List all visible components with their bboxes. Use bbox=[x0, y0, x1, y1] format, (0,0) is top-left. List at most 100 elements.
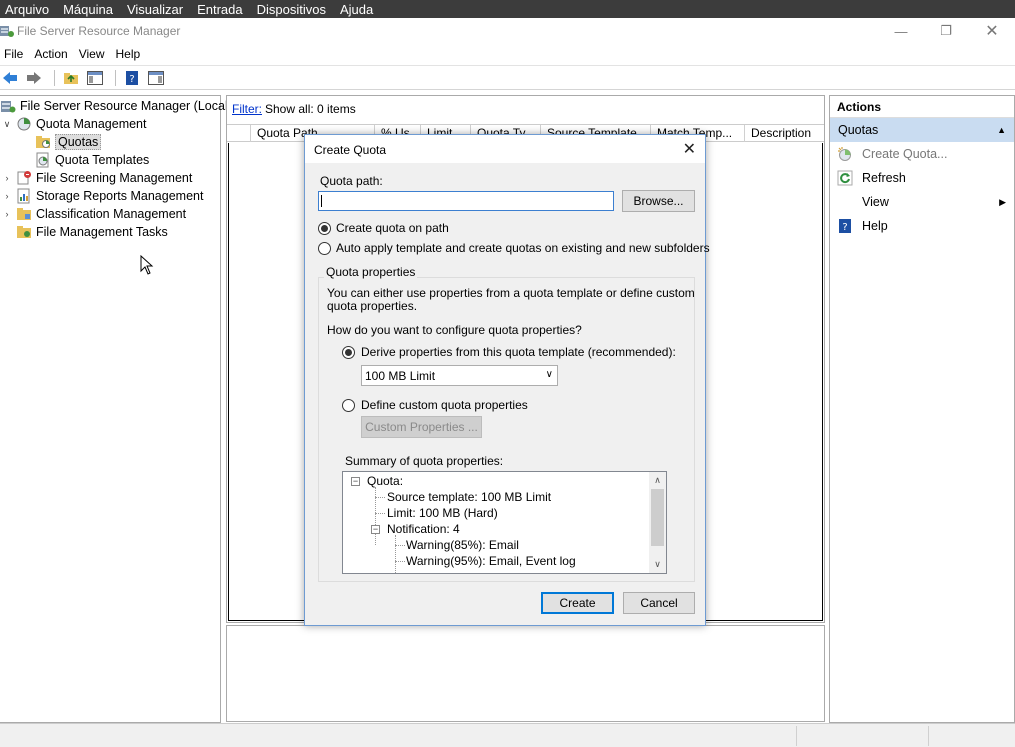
create-quota-icon bbox=[837, 146, 853, 162]
action-help[interactable]: ? Help bbox=[830, 214, 1014, 238]
window-title: File Server Resource Manager bbox=[17, 24, 181, 38]
radio-auto-apply-label[interactable]: Auto apply template and create quotas on… bbox=[336, 241, 710, 255]
create-button[interactable]: Create bbox=[541, 592, 614, 614]
vm-menu-maquina[interactable]: Máquina bbox=[58, 2, 119, 17]
file-screening-icon bbox=[16, 170, 32, 186]
quota-management-icon bbox=[16, 116, 32, 132]
forward-arrow-icon[interactable] bbox=[24, 69, 44, 87]
cancel-button[interactable]: Cancel bbox=[623, 592, 695, 614]
fsrm-server-icon bbox=[0, 98, 16, 114]
vm-menu-visualizar[interactable]: Visualizar bbox=[122, 2, 189, 17]
summary-tree[interactable]: − Quota: Source template: 100 MB Limit L… bbox=[342, 471, 667, 574]
window-titlebar: File Server Resource Manager — ❐ ✕ bbox=[0, 18, 1015, 44]
action-help-label: Help bbox=[862, 219, 888, 233]
radio-create-on-path[interactable] bbox=[318, 222, 331, 235]
refresh-icon bbox=[837, 170, 853, 186]
browse-button[interactable]: Browse... bbox=[622, 190, 695, 212]
menu-action[interactable]: Action bbox=[30, 47, 74, 61]
summary-notification: Notification: 4 bbox=[387, 522, 460, 536]
collapse-minus-icon[interactable]: − bbox=[351, 477, 360, 486]
dialog-titlebar: Create Quota ✕ bbox=[305, 135, 705, 163]
dialog-close-icon[interactable]: ✕ bbox=[683, 139, 696, 159]
show-action-pane-icon[interactable] bbox=[146, 69, 166, 87]
back-arrow-icon[interactable] bbox=[0, 69, 20, 87]
radio-create-on-path-label[interactable]: Create quota on path bbox=[336, 221, 449, 235]
summary-label: Summary of quota properties: bbox=[345, 454, 504, 468]
restore-icon[interactable]: ❐ bbox=[923, 18, 969, 44]
chevron-down-icon[interactable]: ∨ bbox=[2, 119, 12, 130]
menu-file[interactable]: File bbox=[0, 47, 30, 61]
column-description[interactable]: Description bbox=[745, 125, 824, 142]
custom-properties-button[interactable]: Custom Properties ... bbox=[361, 416, 482, 438]
help-book-icon[interactable]: ? bbox=[122, 69, 142, 87]
tree-connector bbox=[395, 545, 405, 546]
group-description-line2: quota properties. bbox=[327, 299, 418, 313]
minimize-icon[interactable]: — bbox=[878, 18, 924, 44]
tree-connector bbox=[375, 513, 385, 514]
tree-item-storage-reports[interactable]: › Storage Reports Management bbox=[2, 187, 203, 205]
tree-connector bbox=[375, 487, 376, 545]
detail-pane bbox=[226, 625, 825, 722]
vm-menu-entrada[interactable]: Entrada bbox=[192, 2, 249, 17]
vm-menu-dispositivos[interactable]: Dispositivos bbox=[252, 2, 332, 17]
action-create-quota-label: Create Quota... bbox=[862, 147, 948, 161]
vm-menu-bar: Arquivo Máquina Visualizar Entrada Dispo… bbox=[0, 0, 1015, 18]
action-create-quota[interactable]: Create Quota... bbox=[830, 142, 1014, 166]
radio-derive-template[interactable] bbox=[342, 346, 355, 359]
filter-link[interactable]: Filter: bbox=[232, 102, 262, 116]
show-hide-tree-icon[interactable] bbox=[85, 69, 105, 87]
scroll-up-icon[interactable]: ∧ bbox=[649, 472, 666, 489]
scroll-down-icon[interactable]: ∨ bbox=[649, 556, 666, 573]
tree-item-root[interactable]: File Server Resource Manager (Local) bbox=[0, 97, 232, 115]
tree-label-file-screening: File Screening Management bbox=[36, 171, 193, 185]
menu-view[interactable]: View bbox=[75, 47, 112, 61]
tree-item-classification[interactable]: › Classification Management bbox=[2, 205, 187, 223]
radio-custom-properties[interactable] bbox=[342, 399, 355, 412]
tree-connector bbox=[395, 561, 405, 562]
column-blank bbox=[227, 125, 251, 142]
radio-derive-template-label[interactable]: Derive properties from this quota templa… bbox=[361, 345, 676, 359]
scroll-thumb[interactable] bbox=[651, 489, 664, 546]
svg-text:?: ? bbox=[129, 74, 134, 85]
text-caret bbox=[321, 195, 322, 207]
tree-label-quota-templates: Quota Templates bbox=[55, 153, 150, 167]
tree-item-quotas[interactable]: Quotas bbox=[35, 133, 102, 151]
tree-item-file-management[interactable]: File Management Tasks bbox=[16, 223, 168, 241]
tree-label-root: File Server Resource Manager (Local) bbox=[20, 99, 232, 113]
toolbar: ? bbox=[0, 65, 1015, 90]
tree-label-storage-reports: Storage Reports Management bbox=[36, 189, 204, 203]
tree-item-quota-templates[interactable]: Quota Templates bbox=[35, 151, 149, 169]
up-folder-icon[interactable] bbox=[61, 69, 81, 87]
dialog-title: Create Quota bbox=[314, 143, 387, 157]
template-select[interactable]: 100 MB Limit ∨ bbox=[361, 365, 558, 386]
action-view[interactable]: View ▶ bbox=[830, 190, 1014, 214]
toolbar-separator bbox=[54, 69, 55, 86]
svg-text:?: ? bbox=[842, 222, 847, 233]
toolbar-separator bbox=[115, 69, 116, 86]
radio-auto-apply[interactable] bbox=[318, 242, 331, 255]
fsrm-app-icon bbox=[0, 24, 14, 38]
tree-item-file-screening[interactable]: › File Screening Management bbox=[2, 169, 192, 187]
actions-pane: Actions Quotas ▲ Create Quota... Refresh… bbox=[829, 95, 1015, 723]
vm-menu-arquivo[interactable]: Arquivo bbox=[0, 2, 55, 17]
quota-path-input[interactable] bbox=[318, 191, 614, 211]
close-icon[interactable]: ✕ bbox=[969, 18, 1015, 44]
filter-bar: Filter: Show all: 0 items bbox=[227, 96, 824, 122]
chevron-right-icon[interactable]: › bbox=[2, 209, 12, 219]
tree-item-quota-management[interactable]: ∨ Quota Management bbox=[2, 115, 147, 133]
summary-scrollbar[interactable]: ∧ ∨ bbox=[649, 472, 666, 573]
vm-menu-ajuda[interactable]: Ajuda bbox=[335, 2, 379, 17]
actions-section-quotas[interactable]: Quotas ▲ bbox=[830, 118, 1014, 142]
collapse-up-icon[interactable]: ▲ bbox=[997, 118, 1006, 142]
summary-warning-95: Warning(95%): Email, Event log bbox=[406, 554, 576, 568]
chevron-right-icon[interactable]: › bbox=[2, 173, 12, 183]
menu-help[interactable]: Help bbox=[112, 47, 148, 61]
classification-folder-icon bbox=[16, 206, 32, 222]
file-management-folder-icon bbox=[16, 224, 32, 240]
radio-custom-properties-label[interactable]: Define custom quota properties bbox=[361, 398, 528, 412]
storage-reports-icon bbox=[16, 188, 32, 204]
view-blank-icon bbox=[837, 194, 853, 210]
collapse-minus-icon[interactable]: − bbox=[371, 525, 380, 534]
action-refresh[interactable]: Refresh bbox=[830, 166, 1014, 190]
chevron-right-icon[interactable]: › bbox=[2, 191, 12, 201]
